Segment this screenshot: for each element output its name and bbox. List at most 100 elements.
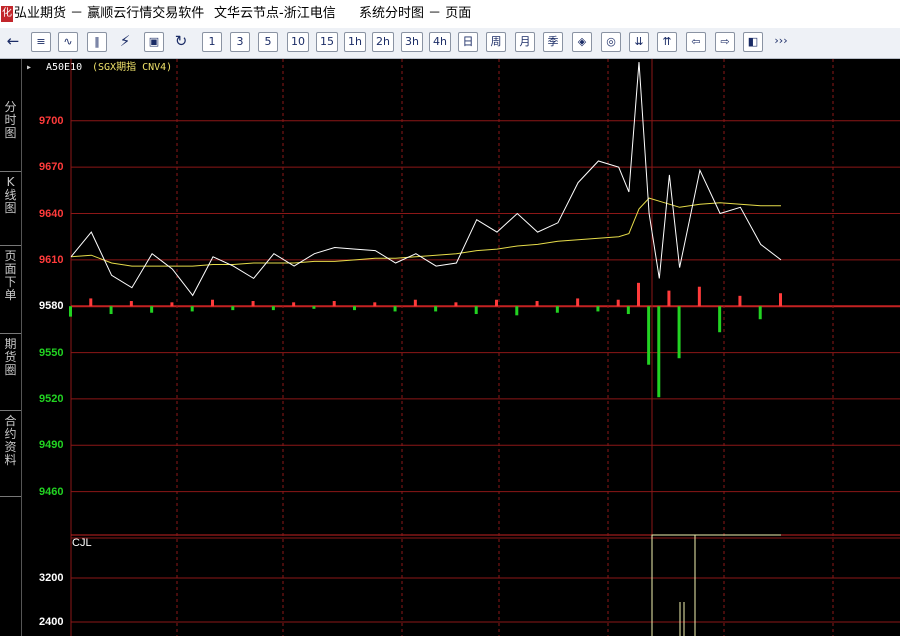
sidebar-tab[interactable]: 页面下单 (0, 246, 21, 334)
more-button[interactable]: ››› (772, 32, 790, 52)
sidebar-tab-char: 单 (4, 288, 17, 302)
price-axis-label: 9550 (39, 346, 64, 359)
change-bar (231, 306, 235, 311)
app-logo: 化 (1, 6, 13, 22)
price-axis-label: 9640 (39, 207, 64, 220)
zoom-icon[interactable]: ◎ (601, 32, 621, 52)
scroll-left-icon[interactable]: ⇦ (686, 32, 706, 52)
period-button[interactable]: 4h (429, 32, 451, 52)
change-bar (626, 306, 630, 315)
scroll-right-icon[interactable]: ⇨ (715, 32, 735, 52)
server-name: 文华云节点-浙江电信 (214, 6, 336, 21)
change-bar (677, 306, 681, 359)
title-bar: 化 弘业期货 － 赢顺云行情交易软件 文华云节点-浙江电信 系统分时图 － 页面 (0, 0, 900, 28)
layout-icon[interactable]: ◧ (743, 32, 763, 52)
period-button[interactable]: 月 (515, 32, 535, 52)
page-up-icon[interactable]: ⇈ (657, 32, 677, 52)
period-button[interactable]: 1 (202, 32, 222, 52)
change-bar (332, 301, 336, 307)
change-bar (474, 306, 478, 315)
change-bar (353, 306, 356, 311)
period-button[interactable]: 日 (458, 32, 478, 52)
change-bar (413, 299, 417, 307)
change-bar (495, 299, 498, 307)
period-button[interactable]: 周 (486, 32, 506, 52)
app-title: 弘业期货 － 赢顺云行情交易软件 (14, 6, 205, 21)
volume-line (679, 535, 696, 636)
toggle-view-icon[interactable]: ◈ (572, 32, 592, 52)
save-icon[interactable]: ▣ (144, 32, 164, 52)
sidebar-tab-char: 图 (4, 201, 17, 215)
change-bar (637, 282, 640, 307)
candlestick-chart-icon[interactable]: ‖ (87, 32, 107, 52)
sidebar: 分时图K线图页面下单期货圈合约资料 (0, 59, 22, 636)
period-button[interactable]: 5 (258, 32, 278, 52)
change-bar (738, 295, 742, 307)
price-axis-label: 9700 (39, 114, 64, 127)
change-bar (657, 306, 661, 398)
price-axis-label: 9490 (39, 439, 64, 452)
average-price-line (70, 197, 781, 267)
change-bar (271, 306, 275, 311)
price-axis-label: 9520 (39, 392, 64, 405)
symbol-code: A50E10 (46, 62, 83, 73)
change-bar (373, 302, 377, 307)
change-bar (393, 306, 397, 312)
change-bar (555, 306, 559, 313)
price-axis-label: 9670 (39, 161, 64, 174)
price-axis-label: 9580 (39, 300, 64, 313)
change-bar (647, 306, 651, 365)
change-bar (697, 286, 701, 307)
refresh-icon[interactable]: ↻ (171, 32, 191, 52)
timeshare-chart[interactable] (21, 59, 900, 636)
period-button[interactable]: 2h (372, 32, 394, 52)
price-axis-label: 9460 (39, 485, 64, 498)
volume-line (651, 534, 781, 636)
volume-axis-label: 3200 (39, 572, 64, 584)
change-bar (150, 306, 154, 313)
change-bar (779, 293, 782, 307)
sidebar-tab[interactable]: K线图 (0, 172, 21, 246)
change-bar (129, 301, 133, 307)
change-bar (109, 306, 113, 315)
change-bar (89, 298, 93, 307)
period-button[interactable]: 3h (401, 32, 423, 52)
change-bar (251, 301, 255, 307)
change-bar (616, 299, 620, 307)
change-bar (170, 302, 174, 307)
change-bar (312, 306, 316, 309)
change-bar (515, 306, 519, 316)
volume-axis-label: 2400 (39, 616, 64, 628)
sidebar-tab[interactable]: 分时图 (0, 97, 21, 172)
change-bar (190, 306, 194, 312)
report-list-icon[interactable]: ≡ (31, 32, 51, 52)
back-button[interactable]: ← (3, 32, 23, 52)
period-button[interactable]: 季 (543, 32, 563, 52)
sidebar-tab[interactable]: 期货圈 (0, 334, 21, 411)
chart-cursor-marker: ▸ (26, 62, 33, 73)
period-button[interactable]: 10 (287, 32, 309, 52)
period-button[interactable]: 3 (230, 32, 250, 52)
sidebar-tab-char: 料 (4, 453, 17, 467)
price-axis-label: 9610 (39, 253, 64, 266)
change-bar (211, 299, 214, 307)
change-bar (69, 306, 72, 317)
sidebar-tab-char: 图 (4, 126, 17, 140)
change-bar (718, 306, 722, 333)
sidebar-tab[interactable]: 合约资料 (0, 411, 21, 497)
change-bar (292, 302, 296, 307)
page-down-icon[interactable]: ⇊ (629, 32, 649, 52)
change-bar (535, 301, 539, 307)
sidebar-tab-char: 圈 (4, 363, 17, 377)
period-button[interactable]: 15 (316, 32, 338, 52)
timeshare-chart-icon[interactable]: ∿ (58, 32, 78, 52)
change-bar (758, 306, 762, 320)
change-bar (434, 306, 438, 312)
symbol-name: (SGX期指 CNV4) (92, 62, 173, 73)
change-bar (576, 298, 580, 307)
change-bar (596, 306, 600, 312)
change-bar (667, 290, 671, 307)
flash-order-icon[interactable]: ⚡ (115, 32, 135, 52)
period-button[interactable]: 1h (344, 32, 366, 52)
toolbar: ← ≡ ∿ ‖ ⚡ ▣ ↻ 1 3 5 10 15 1h 2h 3h 4h 日周月季 ◈ ◎ ⇊ … (0, 28, 900, 59)
